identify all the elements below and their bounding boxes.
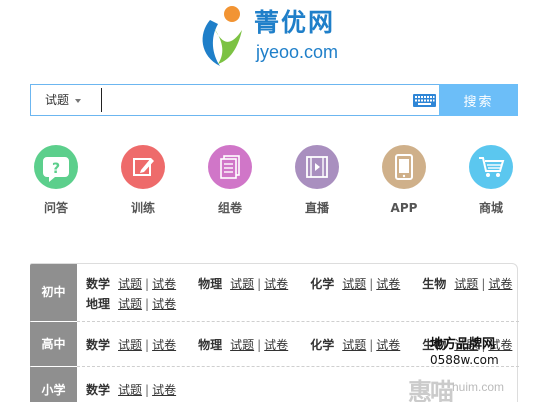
subject-name: 物理 — [198, 338, 223, 352]
level-label-senior[interactable]: 高中 — [30, 322, 77, 366]
level-label-junior[interactable]: 初中 — [30, 264, 77, 321]
nav-label: 组卷 — [217, 201, 242, 215]
papers-link[interactable]: 试卷 — [152, 297, 176, 311]
questions-link[interactable]: 试题 — [118, 383, 142, 397]
questions-link[interactable]: 试题 — [230, 277, 254, 291]
nav-label: 问答 — [43, 201, 68, 215]
questions-link[interactable]: 试题 — [118, 277, 142, 291]
keyboard-icon[interactable] — [413, 94, 436, 107]
nav-item-shop[interactable]: 商城 — [458, 145, 524, 215]
logo-domain: jyeoo.com — [256, 42, 339, 62]
logo-name-cn: 菁优网 — [254, 8, 336, 37]
questions-link[interactable]: 试题 — [118, 338, 142, 352]
papers-link[interactable]: 试卷 — [264, 338, 288, 352]
nav-item-training[interactable]: 训练 — [110, 145, 176, 215]
papers-link[interactable]: 试卷 — [152, 383, 176, 397]
search-bar: 试题 搜索 — [30, 84, 518, 116]
nav-label: 训练 — [130, 201, 155, 215]
subject-line: 数学 试题 | 试卷 物理 试题 | 试卷 化学 试题 | 试卷 生物 试题 | 试卷 — [86, 277, 513, 291]
nav-item-compose-paper[interactable]: 组卷 — [197, 145, 263, 215]
search-input[interactable] — [101, 88, 431, 112]
subject-name: 化学 — [310, 338, 335, 352]
chevron-down-icon — [75, 98, 82, 103]
subject-name: 化学 — [310, 277, 335, 291]
paper-stack-icon — [208, 145, 252, 189]
nav-item-qa[interactable]: ? 问答 — [23, 145, 89, 215]
row-divider — [77, 321, 519, 322]
papers-link[interactable]: 试卷 — [488, 277, 512, 291]
subject-name: 数学 — [86, 383, 111, 397]
subject-name: 数学 — [86, 277, 111, 291]
watermark-brand: 地方品牌网 — [430, 337, 496, 352]
papers-link[interactable]: 试卷 — [376, 277, 400, 291]
nav-item-app[interactable]: APP — [371, 145, 437, 215]
watermark-huim: 惠喵 huim.com — [408, 372, 546, 402]
papers-link[interactable]: 试卷 — [152, 338, 176, 352]
logo-mark-icon — [202, 6, 242, 66]
pencil-edit-icon — [121, 145, 165, 189]
subject-line: 地理 试题 | 试卷 — [86, 297, 177, 311]
search-type-dropdown[interactable]: 试题 — [31, 85, 101, 115]
question-icon: ? — [34, 145, 78, 189]
subject-name: 物理 — [198, 277, 223, 291]
nav-item-live[interactable]: 直播 — [284, 145, 350, 215]
questions-link[interactable]: 试题 — [230, 338, 254, 352]
nav-label: 商城 — [478, 201, 503, 215]
shopping-cart-icon — [469, 145, 513, 189]
subject-name: 生物 — [422, 277, 447, 291]
papers-link[interactable]: 试卷 — [264, 277, 288, 291]
feature-nav: ? 问答 训练 组卷 直播 APP 商城 — [22, 145, 542, 220]
subject-line: 数学 试题 | 试卷 — [86, 383, 177, 397]
watermark-domain: 0588w.com — [430, 353, 499, 367]
subject-name: 地理 — [86, 297, 111, 311]
questions-link[interactable]: 试题 — [454, 277, 478, 291]
nav-label: APP — [390, 201, 418, 215]
search-button[interactable]: 搜索 — [439, 84, 518, 116]
papers-link[interactable]: 试卷 — [152, 277, 176, 291]
papers-link[interactable]: 试卷 — [376, 338, 400, 352]
watermark-huim-en: huim.com — [452, 380, 505, 394]
questions-link[interactable]: 试题 — [342, 277, 366, 291]
subject-name: 数学 — [86, 338, 111, 352]
svg-text:?: ? — [52, 161, 60, 177]
level-label-primary[interactable]: 小学 — [30, 367, 77, 402]
questions-link[interactable]: 试题 — [118, 297, 142, 311]
site-logo[interactable]: 菁优网 jyeoo.com — [196, 4, 356, 70]
film-play-icon — [295, 145, 339, 189]
search-type-label: 试题 — [45, 93, 70, 107]
nav-label: 直播 — [304, 201, 329, 215]
tablet-icon — [382, 145, 426, 189]
watermark-huim-cn: 惠喵 — [408, 378, 454, 402]
questions-link[interactable]: 试题 — [342, 338, 366, 352]
